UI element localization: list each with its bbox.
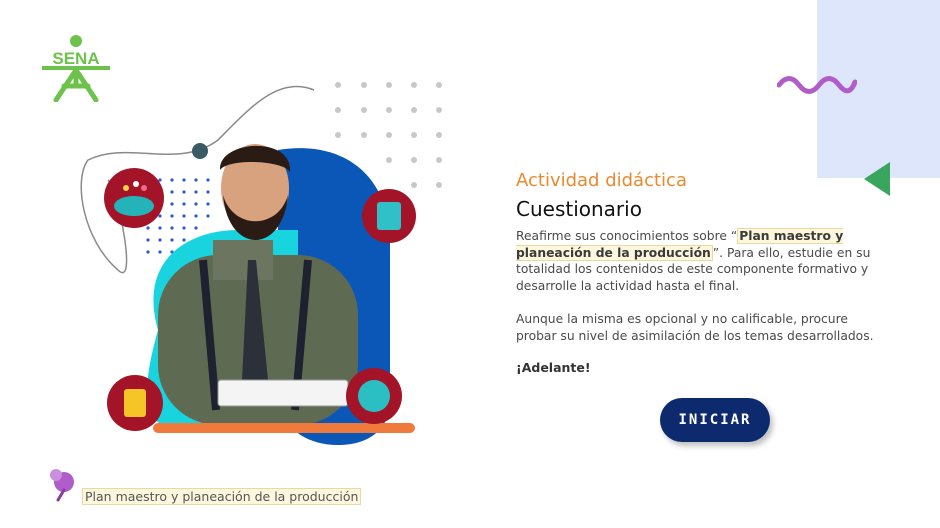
triangle-decoration xyxy=(864,162,890,196)
encouragement-text: ¡Adelante! xyxy=(516,360,591,375)
svg-text:SENA: SENA xyxy=(52,49,99,68)
footer-topic-label: Plan maestro y planeación de la producci… xyxy=(82,488,362,505)
intro-paragraph: Reafirme sus conocimientos sobre “Plan m… xyxy=(516,228,884,294)
hero-illustration xyxy=(80,82,442,445)
note-paragraph: Aunque la misma es opcional y no calific… xyxy=(516,312,874,343)
intro-text-before: Reafirme sus conocimientos sobre “ xyxy=(516,229,738,243)
wave-decoration xyxy=(777,76,857,94)
activity-title: Cuestionario xyxy=(516,197,642,221)
start-button[interactable]: INICIAR xyxy=(660,398,770,442)
pin-icon xyxy=(50,469,74,502)
activity-subtitle: Actividad didáctica xyxy=(516,170,687,191)
